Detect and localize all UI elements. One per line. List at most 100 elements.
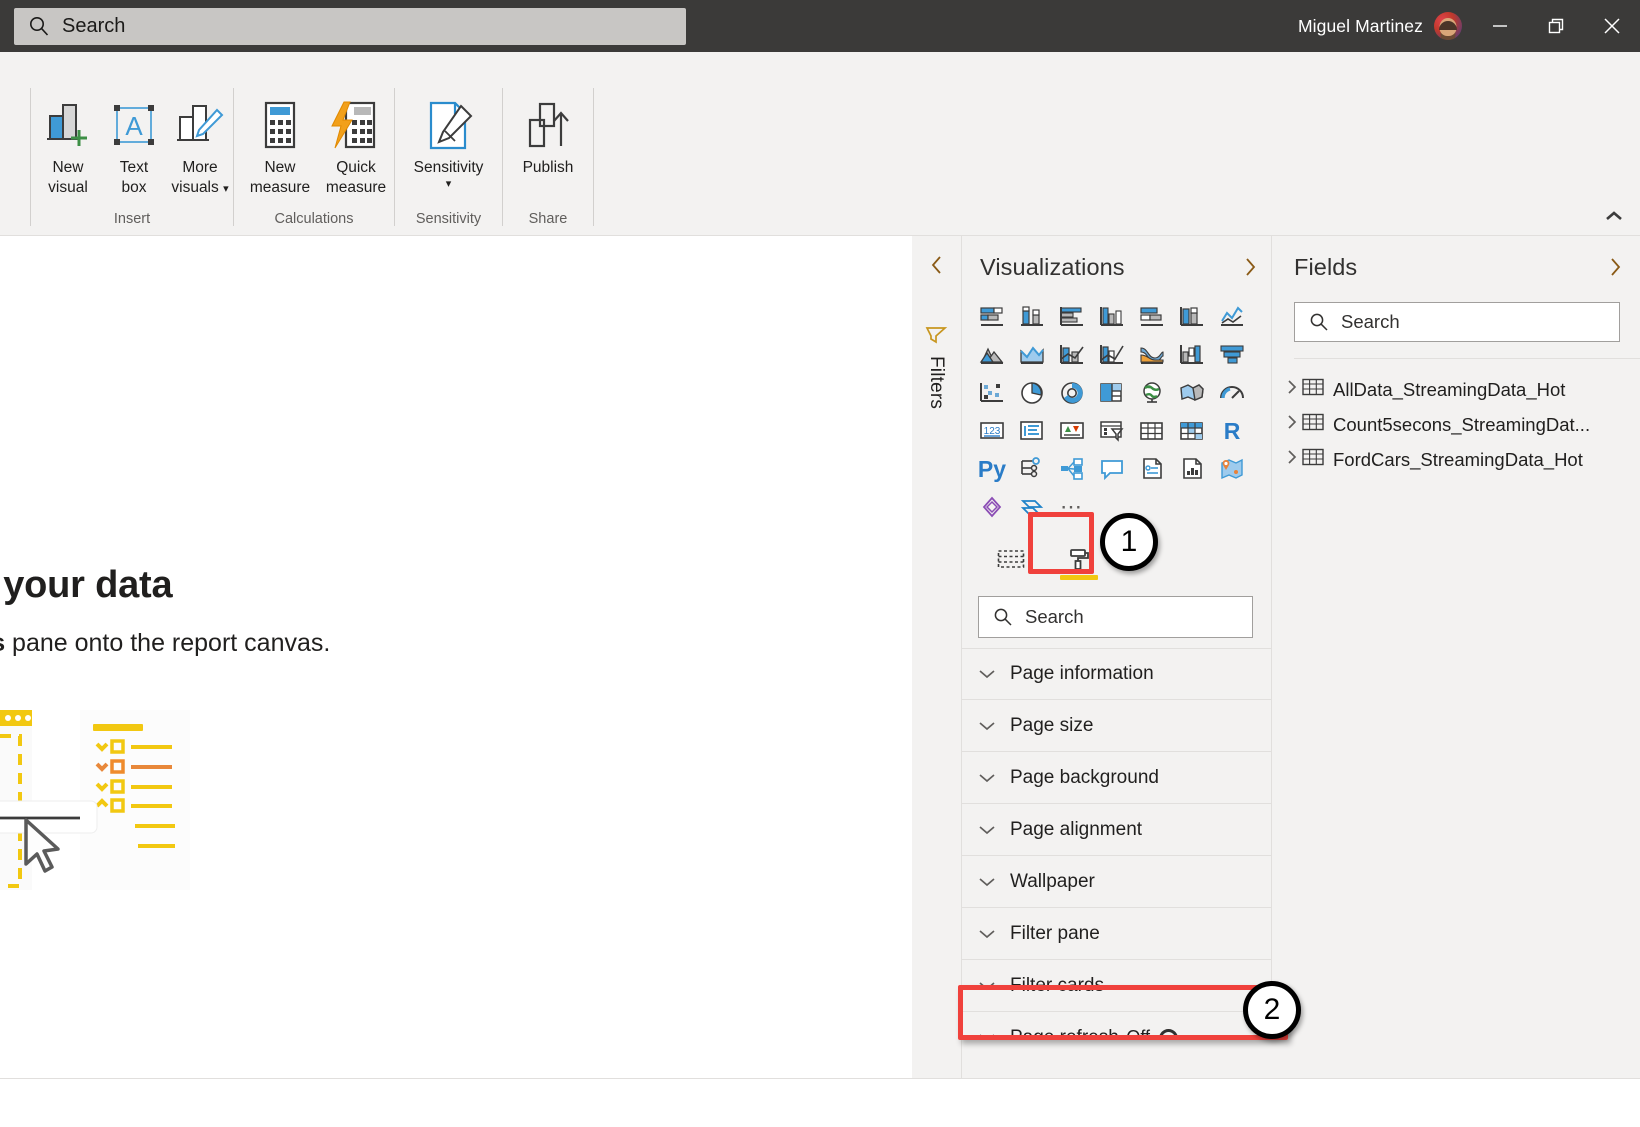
- fields-tab[interactable]: [988, 538, 1034, 582]
- viz-line-and-clustered-column-chart[interactable]: [1092, 338, 1132, 372]
- viz-treemap[interactable]: [1092, 376, 1132, 410]
- viz-slicer[interactable]: [1092, 414, 1132, 448]
- viz-matrix[interactable]: [1172, 414, 1212, 448]
- field-table-row[interactable]: Count5secons_StreamingDat...: [1272, 407, 1640, 442]
- quick-measure-icon: [330, 96, 382, 158]
- text-box-icon: A: [110, 96, 158, 158]
- more-visuals-label-2: visuals ▾: [171, 178, 228, 199]
- viz-100-stacked-bar-chart[interactable]: [1132, 300, 1172, 334]
- ribbon-group-insert: New visual A: [31, 84, 233, 236]
- viz-map[interactable]: [1132, 376, 1172, 410]
- format-section-wallpaper[interactable]: Wallpaper: [962, 856, 1271, 908]
- drag-fields-illustration: [0, 696, 260, 876]
- viz-q-and-a[interactable]: [1092, 452, 1132, 486]
- viz-filled-map[interactable]: [1172, 376, 1212, 410]
- format-search-input[interactable]: Search: [978, 596, 1253, 638]
- more-visuals-button[interactable]: More visuals ▾: [167, 88, 233, 199]
- viz-power-apps-visual[interactable]: [972, 490, 1012, 524]
- viz-table[interactable]: [1132, 414, 1172, 448]
- visualizations-expand-button[interactable]: [1243, 256, 1257, 278]
- py-glyph: Py: [978, 457, 1006, 481]
- field-table-name: Count5secons_StreamingDat...: [1333, 414, 1590, 436]
- chevron-up-icon: [1605, 210, 1623, 222]
- avatar[interactable]: [1434, 12, 1462, 40]
- svg-text:A: A: [125, 111, 143, 141]
- viz-waterfall-chart[interactable]: [1172, 338, 1212, 372]
- new-visual-label-2: visual: [48, 178, 88, 198]
- fields-table-icon: [997, 549, 1025, 571]
- viz-azure-map[interactable]: [1212, 452, 1252, 486]
- fields-expand-button[interactable]: [1608, 256, 1622, 278]
- viz-gauge[interactable]: [1212, 376, 1252, 410]
- format-section-filter-pane[interactable]: Filter pane: [962, 908, 1271, 960]
- format-section-filter-cards[interactable]: Filter cards: [962, 960, 1271, 1012]
- viz-paginated-report[interactable]: [1132, 452, 1172, 486]
- fields-search-input[interactable]: Search: [1294, 302, 1620, 342]
- minimize-button[interactable]: [1472, 0, 1528, 52]
- filters-collapse-button[interactable]: [924, 252, 950, 278]
- filter-funnel-icon[interactable]: [925, 324, 949, 351]
- viz-key-influencers[interactable]: [1052, 452, 1092, 486]
- callout-badge-1: 1: [1100, 513, 1158, 571]
- viz-100-stacked-column-chart[interactable]: [1172, 300, 1212, 334]
- text-box-button[interactable]: A Text box: [101, 88, 167, 198]
- chevron-right-icon[interactable]: [1286, 413, 1298, 436]
- fields-title: Fields: [1294, 254, 1357, 281]
- chevron-right-icon[interactable]: [1286, 378, 1298, 401]
- format-tab-active-underline: [1060, 575, 1098, 580]
- viz-line-and-stacked-column-chart[interactable]: [1052, 338, 1092, 372]
- viz-more-options[interactable]: ⋯: [1052, 490, 1092, 524]
- sensitivity-label: Sensitivity: [414, 158, 484, 178]
- chevron-down-icon: ▾: [446, 178, 452, 190]
- status-strip: [0, 1078, 1640, 1127]
- viz-line-chart[interactable]: [1212, 300, 1252, 334]
- viz-stacked-column-chart[interactable]: [1012, 300, 1052, 334]
- format-section-page-alignment[interactable]: Page alignment: [962, 804, 1271, 856]
- viz-scatter-chart[interactable]: [972, 376, 1012, 410]
- viz-funnel-chart[interactable]: [1212, 338, 1252, 372]
- ribbon-group-calculations: New measure: [234, 84, 394, 236]
- format-section-label: Page size: [1010, 715, 1093, 737]
- viz-card[interactable]: 123: [972, 414, 1012, 448]
- format-section-page-information[interactable]: Page information: [962, 648, 1271, 700]
- fields-divider: [1294, 358, 1640, 359]
- viz-ribbon-chart[interactable]: [1132, 338, 1172, 372]
- new-visual-button[interactable]: New visual: [35, 88, 101, 198]
- format-section-label: Wallpaper: [1010, 871, 1095, 893]
- chevron-down-icon: [978, 772, 996, 784]
- viz-power-automate-visual[interactable]: [1012, 490, 1052, 524]
- format-section-page-background[interactable]: Page background: [962, 752, 1271, 804]
- quick-measure-button[interactable]: Quick measure: [318, 88, 394, 198]
- fields-pane: Fields Search: [1272, 236, 1640, 1078]
- viz-stacked-area-chart[interactable]: [1012, 338, 1052, 372]
- viz-kpi[interactable]: [1052, 414, 1092, 448]
- sensitivity-button[interactable]: Sensitivity ▾: [398, 88, 499, 190]
- viz-decomposition-tree[interactable]: [1012, 452, 1052, 486]
- report-canvas[interactable]: ls with your data e Fields pane onto the…: [0, 236, 912, 1078]
- minimize-icon: [1489, 15, 1511, 37]
- format-section-page-size[interactable]: Page size: [962, 700, 1271, 752]
- ribbon-group-sensitivity: Sensitivity ▾ Sensitivity: [395, 84, 502, 236]
- chevron-right-icon: [1608, 256, 1622, 278]
- format-section-label: Filter pane: [1010, 923, 1100, 945]
- viz-clustered-bar-chart[interactable]: [1052, 300, 1092, 334]
- restore-button[interactable]: [1528, 0, 1584, 52]
- viz-area-chart[interactable]: [972, 338, 1012, 372]
- close-button[interactable]: [1584, 0, 1640, 52]
- ribbon-collapse-button[interactable]: [1600, 202, 1628, 230]
- format-tab[interactable]: [1056, 538, 1102, 582]
- field-table-row[interactable]: FordCars_StreamingData_Hot: [1272, 442, 1640, 477]
- viz-pie-chart[interactable]: [1012, 376, 1052, 410]
- viz-donut-chart[interactable]: [1052, 376, 1092, 410]
- new-measure-button[interactable]: New measure: [242, 88, 318, 198]
- viz-r-script-visual[interactable]: R: [1212, 414, 1252, 448]
- field-table-row[interactable]: AllData_StreamingData_Hot: [1272, 372, 1640, 407]
- viz-multi-row-card[interactable]: [1012, 414, 1052, 448]
- viz-smart-narrative[interactable]: [1172, 452, 1212, 486]
- global-search-box[interactable]: Search: [14, 8, 686, 45]
- publish-button[interactable]: Publish: [506, 88, 590, 178]
- viz-clustered-column-chart[interactable]: [1092, 300, 1132, 334]
- chevron-right-icon[interactable]: [1286, 448, 1298, 471]
- viz-python-visual[interactable]: Py: [972, 452, 1012, 486]
- viz-stacked-bar-chart[interactable]: [972, 300, 1012, 334]
